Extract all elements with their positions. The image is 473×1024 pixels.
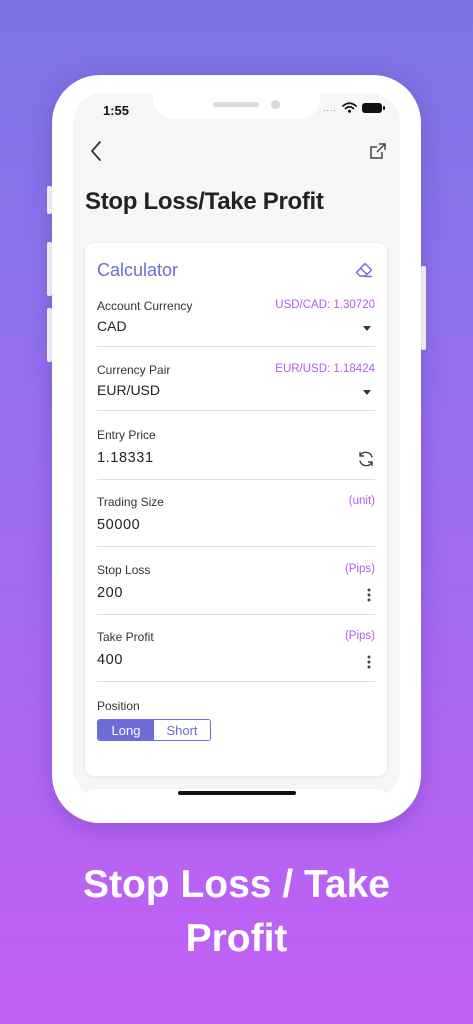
stop-loss-field[interactable]: Stop Loss (Pips) 200	[97, 563, 375, 615]
page-title: Stop Loss/Take Profit	[85, 188, 324, 215]
promo-caption-line-2: Profit	[185, 917, 288, 960]
calculator-card: Calculator Account Currency USD/CAD: 1.3…	[85, 243, 387, 776]
wifi-icon	[342, 102, 357, 113]
chevron-left-icon[interactable]	[87, 139, 107, 163]
status-time: 1:55	[103, 103, 130, 118]
account-currency-select[interactable]: Account Currency USD/CAD: 1.30720 CAD	[97, 299, 375, 347]
battery-icon	[362, 102, 385, 113]
trading-size-field[interactable]: Trading Size (unit) 50000	[97, 495, 375, 547]
take-profit-field[interactable]: Take Profit (Pips) 400	[97, 630, 375, 682]
account-currency-value: CAD	[97, 318, 127, 334]
speaker	[213, 102, 259, 107]
eraser-icon[interactable]	[355, 262, 373, 278]
position-long-button[interactable]: Long	[98, 720, 154, 740]
position-toggle: Long Short	[97, 719, 211, 741]
more-vertical-icon[interactable]	[367, 588, 371, 602]
notch	[153, 93, 320, 119]
currency-pair-label: Currency Pair	[97, 363, 171, 377]
promo-caption: Stop Loss / Take Profit	[0, 858, 473, 966]
take-profit-unit: (Pips)	[344, 630, 375, 642]
app-screen: 1:55 .... Stop Loss/Take Profit Calculat…	[73, 93, 400, 798]
calculator-title: Calculator	[97, 260, 179, 280]
take-profit-label: Take Profit	[97, 630, 154, 644]
refresh-icon[interactable]	[357, 450, 375, 468]
currency-pair-rate: EUR/USD: 1.18424	[275, 363, 375, 375]
entry-price-value: 1.18331	[97, 450, 154, 466]
more-vertical-icon[interactable]	[367, 655, 371, 669]
entry-price-label: Entry Price	[97, 428, 156, 442]
phone-side-button	[421, 266, 426, 350]
home-indicator[interactable]	[178, 791, 296, 795]
status-icons: ....	[322, 102, 385, 113]
camera	[271, 100, 280, 109]
currency-pair-select[interactable]: Currency Pair EUR/USD: 1.18424 EUR/USD	[97, 363, 375, 411]
stop-loss-value: 200	[97, 585, 123, 601]
take-profit-value: 400	[97, 652, 123, 668]
caret-down-icon	[363, 326, 371, 331]
trading-size-unit: (unit)	[348, 495, 375, 507]
position-short-button[interactable]: Short	[154, 720, 210, 740]
trading-size-value: 50000	[97, 517, 141, 533]
stop-loss-unit: (Pips)	[344, 563, 375, 575]
stop-loss-label: Stop Loss	[97, 563, 151, 577]
promo-caption-line-1: Stop Loss / Take	[82, 863, 390, 906]
account-currency-rate: USD/CAD: 1.30720	[275, 299, 375, 311]
entry-price-field[interactable]: Entry Price 1.18331	[97, 428, 375, 480]
position-label: Position	[97, 699, 140, 713]
currency-pair-value: EUR/USD	[97, 382, 161, 398]
account-currency-label: Account Currency	[97, 299, 193, 313]
caret-down-icon	[363, 390, 371, 395]
signal-icon: ....	[322, 102, 337, 113]
trading-size-label: Trading Size	[97, 495, 164, 509]
external-link-icon[interactable]	[368, 141, 388, 161]
